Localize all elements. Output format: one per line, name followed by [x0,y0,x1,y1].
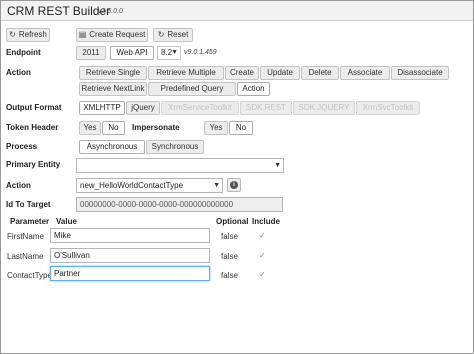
check-icon[interactable]: ✓ [259,231,266,240]
output-format-label: Output Format [6,103,62,112]
action-select-value: new_HelloWorldContactType [80,181,184,190]
param-value-input[interactable]: Mike [50,228,210,243]
param-header-parameter: Parameter [10,217,50,226]
process-sync[interactable]: Synchronous [146,140,204,154]
document-icon: ▤ [78,30,87,39]
param-header-value: Value [56,217,77,226]
output-jquery[interactable]: jQuery [126,101,160,115]
action-associate[interactable]: Associate [340,66,390,80]
check-icon[interactable]: ✓ [259,270,266,279]
create-request-label: Create Request [89,30,146,39]
output-xmlhttp[interactable]: XMLHTTP [79,101,125,115]
param-optional: false [221,271,238,280]
app-version: v2.5.0.0 [98,8,123,15]
reset-button[interactable]: ↻ Reset [153,28,193,42]
impersonate-yes[interactable]: Yes [204,121,228,135]
action-label: Action [6,68,31,77]
reset-label: Reset [167,30,189,39]
token-header-label: Token Header [6,123,59,132]
param-name: FirstName [7,232,44,241]
param-value-input[interactable]: Partner [50,266,210,281]
param-optional: false [221,232,238,241]
endpoint-label: Endpoint [6,48,41,57]
create-request-button[interactable]: ▤ Create Request [76,28,148,42]
param-name: ContactType [7,271,52,280]
title-bar: CRM REST Builder v2.5.0.0 [1,1,473,21]
action-retrieve-single[interactable]: Retrieve Single [79,66,147,80]
refresh-label: Refresh [18,30,47,39]
action-create[interactable]: Create [225,66,259,80]
token-header-no[interactable]: No [102,121,125,135]
action-action[interactable]: Action [237,82,270,96]
reset-icon: ↻ [157,30,165,39]
action-predefined-query[interactable]: Predefined Query [148,82,236,96]
output-sdk-rest[interactable]: SDK.REST [240,101,292,115]
id-to-target-label: Id To Target [6,200,51,209]
info-icon: i [230,180,238,189]
param-optional: false [221,252,238,261]
action-select[interactable]: new_HelloWorldContactType ▼ [76,178,223,193]
output-xrmservicetoolkit[interactable]: XrmServiceToolkit [161,101,239,115]
param-header-optional: Optional [216,217,249,226]
app-window [0,0,474,354]
version-select[interactable]: 8.2 ▼ [157,46,181,60]
app-title: CRM REST Builder [7,4,111,18]
chevron-down-icon: ▼ [171,49,178,56]
endpoint-webapi-button[interactable]: Web API [110,46,154,60]
action-delete[interactable]: Delete [301,66,339,80]
action-disassociate[interactable]: Disassociate [391,66,449,80]
info-button[interactable]: i [227,178,241,192]
action-select-label: Action [6,181,31,190]
endpoint-2011-button[interactable]: 2011 [76,46,106,60]
impersonate-no[interactable]: No [229,121,253,135]
process-label: Process [6,142,38,151]
param-name: LastName [7,252,44,261]
action-retrieve-nextlink[interactable]: Retrieve NextLink [79,82,147,96]
token-header-yes[interactable]: Yes [79,121,101,135]
action-update[interactable]: Update [260,66,300,80]
output-sdk-jquery[interactable]: SDK.JQUERY [293,101,355,115]
output-xrmsvctoolkit[interactable]: XrmSvcToolkit [356,101,420,115]
check-icon[interactable]: ✓ [259,251,266,260]
primary-entity-select[interactable]: ▼ [76,158,284,173]
refresh-button[interactable]: ↻ Refresh [6,28,50,42]
process-async[interactable]: Asynchronous [79,140,145,154]
chevron-down-icon: ▼ [274,162,281,169]
id-to-target-field[interactable]: 00000000-0000-0000-0000-000000000000 [76,197,283,212]
action-retrieve-multiple[interactable]: Retrieve Multiple [148,66,224,80]
param-header-include: Include [252,217,281,226]
impersonate-label: Impersonate [132,123,180,132]
param-value-input[interactable]: O'Sullivan [50,248,210,263]
primary-entity-label: Primary Entity [6,160,61,169]
version-text: v9.0.1.459 [184,49,217,56]
refresh-icon: ↻ [9,30,16,39]
chevron-down-icon: ▼ [213,182,220,189]
